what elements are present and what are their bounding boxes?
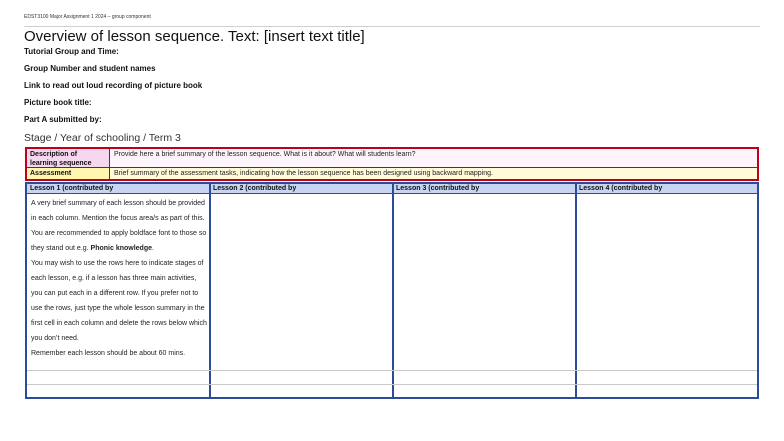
lesson-4-header: Lesson 4 (contributed by (579, 185, 663, 192)
assessment-label: Assessment (27, 168, 110, 179)
page-title: Overview of lesson sequence. Text: [inse… (24, 28, 365, 45)
instruction-paragraph-1: A very brief summary of each lesson shou… (31, 200, 207, 252)
instruction-paragraph-2: You may wish to use the rows here to ind… (31, 260, 207, 342)
lesson-1-instructions[interactable]: A very brief summary of each lesson shou… (31, 196, 207, 361)
field-group-number: Group Number and student names (24, 64, 156, 73)
document-page: EDST3100 Major Assignment 1 2024 – group… (0, 0, 784, 441)
summary-row-description: Description of learning sequence Provide… (27, 149, 757, 167)
header-divider (24, 26, 760, 27)
column-divider-1 (209, 184, 211, 397)
summary-table: Description of learning sequence Provide… (25, 147, 759, 181)
field-recording-link: Link to read out loud recording of pictu… (24, 81, 203, 90)
header-note: EDST3100 Major Assignment 1 2024 – group… (24, 14, 151, 20)
lesson-3-header: Lesson 3 (contributed by (396, 185, 480, 192)
column-divider-2 (392, 184, 394, 397)
bold-example: Phonic knowledge (90, 245, 152, 252)
row-divider-1 (27, 370, 757, 371)
column-divider-3 (575, 184, 577, 397)
lesson-1-header: Lesson 1 (contributed by (30, 185, 114, 192)
lesson-2-header: Lesson 2 (contributed by (213, 185, 297, 192)
assessment-text[interactable]: Brief summary of the assessment tasks, i… (114, 170, 493, 177)
field-submitted-by: Part A submitted by: (24, 115, 102, 124)
stage-line: Stage / Year of schooling / Term 3 (24, 132, 181, 144)
description-label: Description of learning sequence (27, 149, 110, 167)
summary-row-assessment: Assessment Brief summary of the assessme… (27, 167, 757, 179)
lessons-table: Lesson 1 (contributed by Lesson 2 (contr… (25, 182, 759, 399)
field-picture-book-title: Picture book title: (24, 98, 92, 107)
instruction-paragraph-3: Remember each lesson should be about 60 … (31, 350, 186, 357)
description-text[interactable]: Provide here a brief summary of the less… (114, 151, 416, 158)
row-divider-2 (27, 384, 757, 385)
field-tutorial-group: Tutorial Group and Time: (24, 47, 119, 56)
